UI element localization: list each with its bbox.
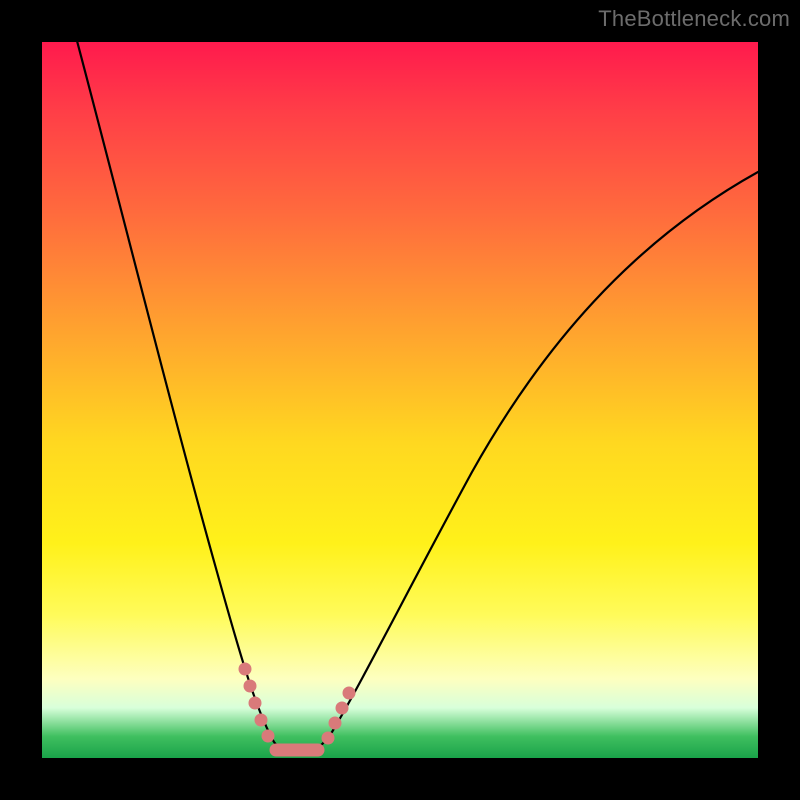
optimal-range-markers bbox=[239, 663, 355, 756]
curve-path bbox=[72, 42, 758, 754]
chart-frame: TheBottleneck.com bbox=[0, 0, 800, 800]
bottleneck-curve bbox=[42, 42, 758, 758]
plot-area bbox=[42, 42, 758, 758]
watermark-text: TheBottleneck.com bbox=[598, 6, 790, 32]
